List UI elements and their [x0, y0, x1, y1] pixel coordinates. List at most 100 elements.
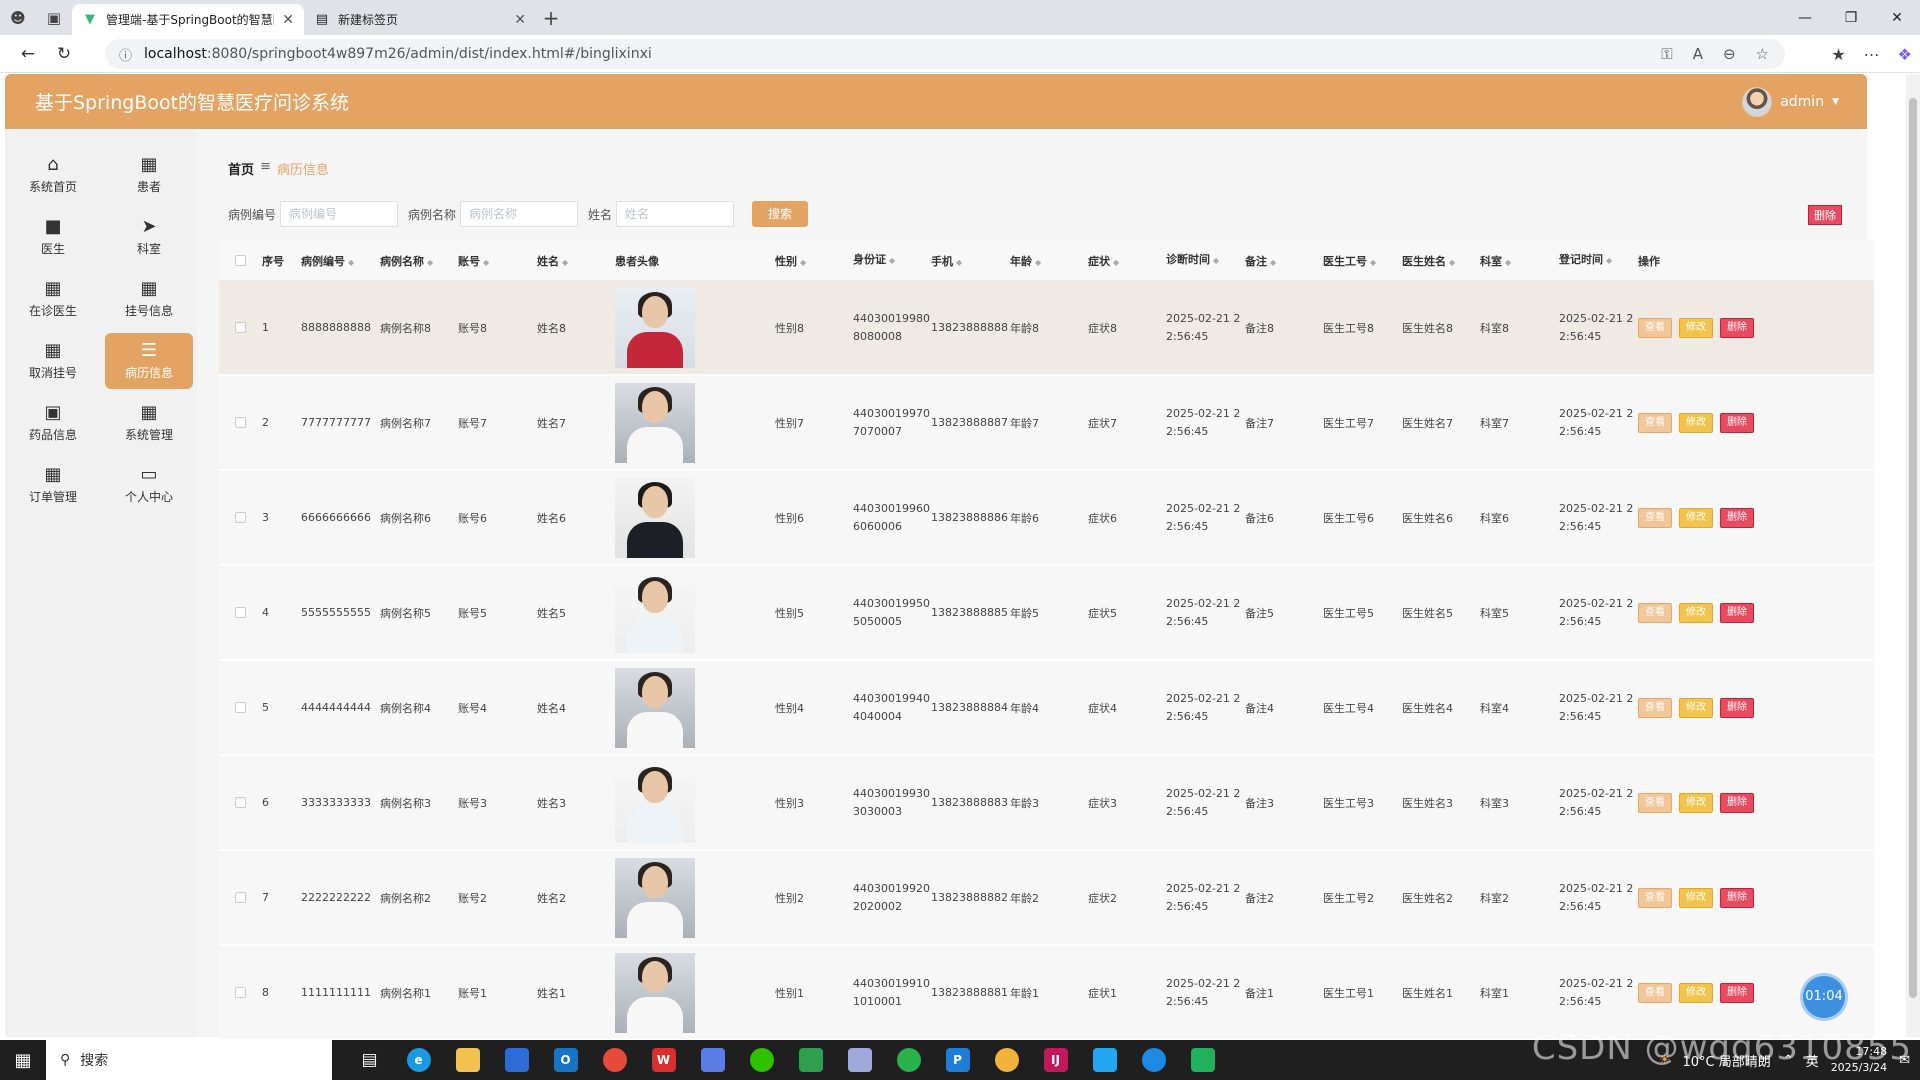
header-cell[interactable]: 诊断时间 ◆ [1166, 251, 1245, 270]
user-menu[interactable]: admin ▼ [1742, 86, 1839, 117]
ide-icon[interactable]: IJ [1032, 1040, 1079, 1080]
patient-photo[interactable] [615, 382, 695, 463]
paw-app-icon[interactable] [983, 1040, 1030, 1080]
tab-admin[interactable]: ▼ 管理端-基于SpringBoot的智慧医 ✕ [72, 4, 304, 35]
delete-button[interactable]: 删除 [1720, 412, 1754, 433]
view-button[interactable]: 查看 [1638, 982, 1672, 1003]
patient-photo[interactable] [615, 952, 695, 1033]
view-button[interactable]: 查看 [1638, 412, 1672, 433]
back-icon[interactable]: ← [10, 35, 46, 73]
outlook-icon[interactable]: O [542, 1040, 589, 1080]
header-cell[interactable]: 病例编号 ◆ [301, 253, 380, 269]
header-cell[interactable]: 医生姓名 ◆ [1402, 253, 1480, 269]
sidebar-item-department[interactable]: ➤ 科室 [105, 209, 193, 265]
select-all-checkbox[interactable] [219, 255, 262, 266]
row-checkbox[interactable] [219, 322, 262, 333]
header-cell[interactable]: 年龄 ◆ [1010, 253, 1088, 269]
view-button[interactable]: 查看 [1638, 887, 1672, 908]
header-cell[interactable]: 医生工号 ◆ [1323, 253, 1402, 269]
sidebar-item-home[interactable]: ⌂ 系统首页 [9, 147, 97, 203]
sidebar-item-doctor[interactable]: ■ 医生 [9, 209, 97, 265]
more-icon[interactable]: ⋯ [1864, 45, 1880, 64]
view-button[interactable]: 查看 [1638, 317, 1672, 338]
sidebar-item-orders[interactable]: ▦ 订单管理 [9, 457, 97, 513]
navigator-icon[interactable] [1130, 1040, 1177, 1080]
sync-icon[interactable] [885, 1040, 932, 1080]
file-explorer-icon[interactable] [444, 1040, 491, 1080]
patient-photo[interactable] [615, 572, 695, 653]
favorites-icon[interactable]: ★ [1831, 45, 1845, 64]
name-input[interactable]: 姓名 [616, 201, 735, 227]
delete-button[interactable]: 删除 [1720, 602, 1754, 623]
patient-photo[interactable] [615, 857, 695, 938]
close-icon[interactable]: ✕ [514, 12, 526, 28]
row-checkbox[interactable] [219, 987, 262, 998]
sidebar-item-cancel-registration[interactable]: ▦ 取消挂号 [9, 333, 97, 389]
chrome-icon[interactable] [591, 1040, 638, 1080]
store-icon[interactable] [493, 1040, 540, 1080]
app-icon[interactable] [836, 1040, 883, 1080]
sidebar-item-registration[interactable]: ▦ 挂号信息 [105, 271, 193, 327]
row-checkbox[interactable] [219, 892, 262, 903]
case-no-input[interactable]: 病例编号 [280, 201, 399, 227]
copilot-icon[interactable]: ❖ [1898, 45, 1912, 64]
header-cell[interactable]: 姓名 ◆ [537, 253, 615, 269]
delete-button[interactable]: 删除 [1720, 507, 1754, 528]
patient-photo[interactable] [615, 477, 695, 558]
header-cell[interactable]: 病例名称 ◆ [380, 253, 458, 269]
edit-button[interactable]: 修改 [1679, 982, 1713, 1003]
header-cell[interactable]: 登记时间 ◆ [1559, 251, 1638, 270]
site-info-icon[interactable]: ⓘ [119, 45, 132, 64]
row-checkbox[interactable] [219, 512, 262, 523]
tab-newtab[interactable]: ▤ 新建标签页 ✕ [304, 4, 536, 35]
view-button[interactable]: 查看 [1638, 602, 1672, 623]
edit-button[interactable]: 修改 [1679, 412, 1713, 433]
edit-button[interactable]: 修改 [1679, 887, 1713, 908]
header-cell[interactable]: 手机 ◆ [931, 253, 1010, 269]
header-cell[interactable]: 备注 ◆ [1245, 253, 1323, 269]
batch-delete-button[interactable]: 删除 [1808, 205, 1842, 225]
patient-photo[interactable] [615, 287, 695, 368]
view-button[interactable]: 查看 [1638, 697, 1672, 718]
close-icon[interactable]: ✕ [282, 12, 294, 28]
row-checkbox[interactable] [219, 797, 262, 808]
delete-button[interactable]: 删除 [1720, 982, 1754, 1003]
search-button[interactable]: 搜索 [752, 201, 809, 227]
delete-button[interactable]: 删除 [1720, 792, 1754, 813]
sidebar-item-medicine[interactable]: ▣ 药品信息 [9, 395, 97, 451]
header-cell[interactable]: 性别 ◆ [775, 253, 853, 269]
edge-icon[interactable]: e [395, 1040, 442, 1080]
edit-button[interactable]: 修改 [1679, 602, 1713, 623]
breadcrumb-home[interactable]: 首页 [228, 159, 254, 178]
tab-actions-icon[interactable]: ▣ [36, 0, 72, 35]
sidebar-item-patient[interactable]: ▦ 患者 [105, 147, 193, 203]
delete-button[interactable]: 删除 [1720, 697, 1754, 718]
case-name-input[interactable]: 病例名称 [460, 201, 579, 227]
edit-button[interactable]: 修改 [1679, 697, 1713, 718]
p-app-icon[interactable]: P [934, 1040, 981, 1080]
task-view-icon[interactable]: ▤ [346, 1040, 393, 1080]
url-field[interactable]: ⓘ localhost:8080/springboot4w897m26/admi… [105, 39, 1785, 69]
row-checkbox[interactable] [219, 417, 262, 428]
favorite-star-icon[interactable]: ☆ [1756, 45, 1769, 63]
edit-button[interactable]: 修改 [1679, 792, 1713, 813]
taskbar-search[interactable]: ⚲ 搜索 [46, 1040, 332, 1080]
header-cell[interactable]: 科室 ◆ [1480, 253, 1559, 269]
wechat-icon[interactable] [738, 1040, 785, 1080]
new-tab-button[interactable]: + [536, 6, 566, 30]
header-cell[interactable]: 身份证 ◆ [853, 251, 931, 270]
refresh-icon[interactable]: ↻ [46, 35, 82, 73]
header-cell[interactable]: 账号 ◆ [458, 253, 537, 269]
notes-icon[interactable] [689, 1040, 736, 1080]
row-checkbox[interactable] [219, 607, 262, 618]
sidebar-item-on-duty-doctor[interactable]: ▦ 在诊医生 [9, 271, 97, 327]
delete-button[interactable]: 删除 [1720, 887, 1754, 908]
view-button[interactable]: 查看 [1638, 507, 1672, 528]
profile-icon[interactable]: ☻ [0, 0, 36, 35]
page-scrollbar[interactable] [1906, 74, 1920, 1037]
delete-button[interactable]: 删除 [1720, 317, 1754, 338]
key-icon[interactable]: ⚿ [1661, 45, 1672, 63]
header-cell[interactable]: 症状 ◆ [1088, 253, 1166, 269]
row-checkbox[interactable] [219, 702, 262, 713]
sidebar-item-system[interactable]: ▦ 系统管理 [105, 395, 193, 451]
